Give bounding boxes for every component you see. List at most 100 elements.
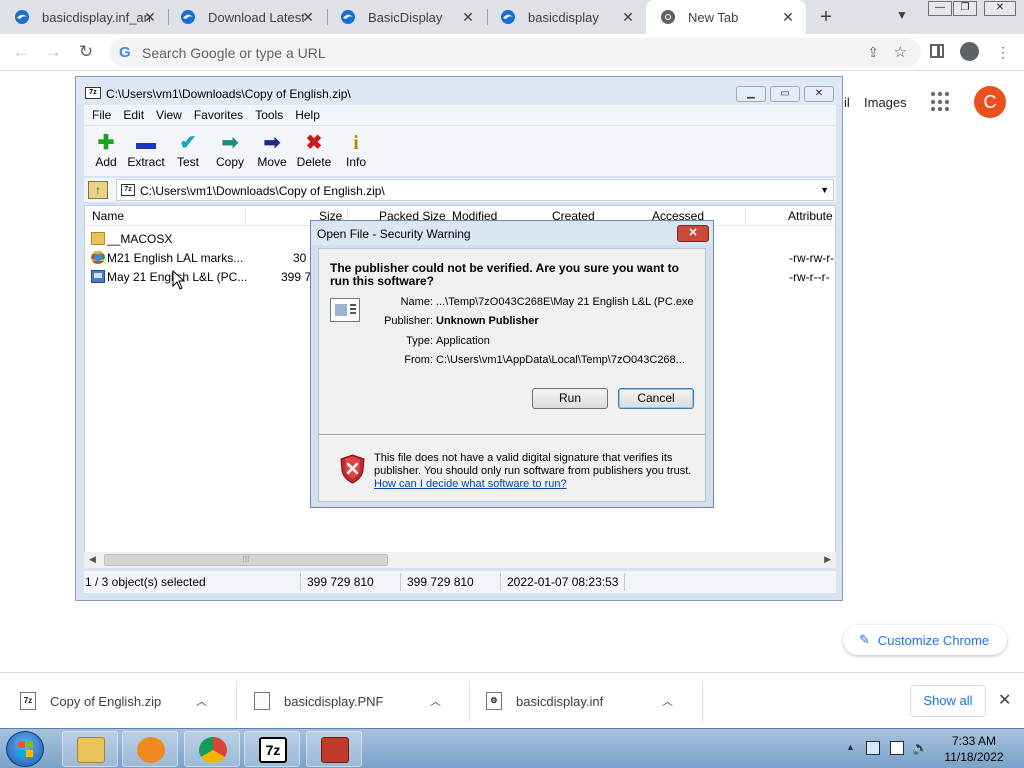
- new-tab-button[interactable]: +: [814, 6, 838, 28]
- share-icon[interactable]: ⇪: [867, 44, 879, 61]
- chrome-file-icon: [91, 251, 105, 264]
- taskbar-chrome[interactable]: [184, 731, 240, 767]
- tab-title: Download Latest: [208, 9, 304, 25]
- apps-grid-icon[interactable]: [931, 92, 951, 112]
- delete-button[interactable]: ✖ Delete: [292, 131, 336, 173]
- menu-favorites[interactable]: Favorites: [194, 108, 243, 122]
- status-selection: 1 / 3 object(s) selected: [85, 575, 206, 589]
- 7z-file-icon: 7z: [20, 692, 36, 710]
- 7zip-archive-icon: 7z: [121, 184, 135, 196]
- status-bar: 1 / 3 object(s) selected 399 729 810 399…: [84, 571, 836, 593]
- info-icon: i: [353, 132, 359, 154]
- cancel-button[interactable]: Cancel: [618, 388, 694, 409]
- add-button[interactable]: ✚ Add: [84, 131, 128, 173]
- start-button[interactable]: [6, 731, 44, 767]
- dialog-titlebar: Open File - Security Warning ✕: [311, 221, 713, 245]
- close-window-button[interactable]: ✕: [984, 1, 1016, 16]
- taskbar-explorer[interactable]: [62, 731, 118, 767]
- chevron-down-icon[interactable]: ▼: [820, 185, 829, 195]
- pencil-icon: ✎: [859, 632, 870, 647]
- tray-expand-icon[interactable]: ▲: [846, 742, 855, 752]
- system-clock[interactable]: 7:33 AM 11/18/2022: [938, 733, 1010, 765]
- horizontal-scrollbar[interactable]: ◀ ⁞⁞⁞ ▶: [84, 552, 836, 568]
- tab-basicdisplay-inf[interactable]: basicdisplay.inf_an ✕: [0, 0, 168, 34]
- menu-dots-icon[interactable]: ⋮: [993, 42, 1013, 62]
- test-button[interactable]: ✔ Test: [166, 131, 210, 173]
- taskbar-app[interactable]: [306, 731, 362, 767]
- extract-button[interactable]: ▬ Extract: [124, 131, 168, 173]
- profile-icon[interactable]: [960, 42, 979, 61]
- info-button[interactable]: i Info: [334, 131, 378, 173]
- copy-button[interactable]: ➡ Copy: [208, 131, 252, 173]
- column-name[interactable]: Name: [92, 209, 124, 223]
- 7zip-close-button[interactable]: ✕: [804, 86, 834, 102]
- chevron-up-icon[interactable]: ︿: [196, 693, 207, 709]
- menu-file[interactable]: File: [92, 108, 111, 122]
- star-icon[interactable]: ☆: [894, 43, 907, 61]
- forward-button[interactable]: →: [42, 41, 64, 63]
- column-attribute[interactable]: Attribute: [788, 209, 833, 223]
- minus-icon: ▬: [136, 132, 156, 154]
- chevron-up-icon[interactable]: ︿: [662, 693, 673, 709]
- column-divider[interactable]: [245, 208, 246, 224]
- tab-new-tab[interactable]: New Tab ✕: [646, 0, 806, 34]
- close-icon[interactable]: ✕: [780, 9, 796, 26]
- x-icon: ✖: [305, 132, 323, 154]
- status-divider: [624, 573, 625, 591]
- 7zip-maximize-button[interactable]: ▭: [770, 86, 800, 102]
- action-center-icon[interactable]: [890, 741, 904, 755]
- help-link[interactable]: How can I decide what software to run?: [374, 478, 567, 490]
- status-modified: 2022-01-07 08:23:53: [507, 575, 619, 589]
- gmail-link[interactable]: il: [844, 95, 850, 110]
- menu-view[interactable]: View: [156, 108, 182, 122]
- tab-basicdisplay-2[interactable]: basicdisplay ✕: [486, 0, 646, 34]
- reload-button[interactable]: ↻: [75, 41, 97, 63]
- move-button[interactable]: ➡ Move: [250, 131, 294, 173]
- 7zip-menubar: File Edit View Favorites Tools Help: [84, 105, 836, 126]
- close-icon[interactable]: ✕: [998, 690, 1011, 710]
- folder-up-icon[interactable]: ↑: [88, 181, 108, 199]
- chevron-up-icon[interactable]: ︿: [430, 693, 441, 709]
- menu-edit[interactable]: Edit: [123, 108, 144, 122]
- download-item-pnf[interactable]: basicdisplay.PNF ︿: [254, 673, 441, 729]
- maximize-button[interactable]: ❐: [953, 1, 977, 16]
- side-panel-icon[interactable]: [930, 44, 944, 58]
- delete-label: Delete: [296, 155, 332, 169]
- scroll-right-icon[interactable]: ▶: [824, 554, 831, 565]
- tab-download-latest[interactable]: Download Latest ✕: [166, 0, 326, 34]
- 7zip-minimize-button[interactable]: ▁: [736, 86, 766, 102]
- menu-help[interactable]: Help: [295, 108, 320, 122]
- customize-chrome-button[interactable]: ✎ Customize Chrome: [843, 625, 1007, 655]
- close-icon[interactable]: ✕: [300, 9, 316, 26]
- dialog-question: The publisher could not be verified. Are…: [330, 261, 679, 288]
- run-button[interactable]: Run: [532, 388, 608, 409]
- scrollbar-thumb[interactable]: ⁞⁞⁞: [104, 554, 388, 566]
- column-divider[interactable]: [745, 208, 746, 224]
- path-combobox[interactable]: 7z C:\Users\vm1\Downloads\Copy of Englis…: [116, 179, 834, 201]
- avatar[interactable]: C: [974, 86, 1006, 118]
- tab-basicdisplay-1[interactable]: BasicDisplay ✕: [326, 0, 486, 34]
- minimize-button[interactable]: —: [928, 1, 952, 16]
- plus-icon: ✚: [97, 132, 115, 154]
- back-button[interactable]: ←: [10, 41, 32, 63]
- taskbar-7zip[interactable]: 7z: [244, 731, 300, 767]
- omnibox[interactable]: G Search Google or type a URL ⇪ ☆: [109, 38, 921, 67]
- volume-icon[interactable]: 🔈: [912, 741, 928, 755]
- scroll-left-icon[interactable]: ◀: [89, 554, 96, 565]
- folder-icon: [91, 232, 105, 245]
- images-link[interactable]: Images: [864, 95, 907, 110]
- show-all-button[interactable]: Show all: [910, 685, 986, 717]
- dialog-close-button[interactable]: ✕: [677, 225, 709, 242]
- download-item-zip[interactable]: 7z Copy of English.zip ︿: [20, 673, 207, 729]
- close-icon[interactable]: ✕: [142, 9, 158, 26]
- status-size: 399 729 810: [307, 575, 374, 589]
- field-label-from: From:: [404, 354, 433, 366]
- close-icon[interactable]: ✕: [460, 9, 476, 26]
- taskbar-media-player[interactable]: [122, 731, 178, 767]
- download-item-inf[interactable]: ⚙ basicdisplay.inf ︿: [486, 673, 673, 729]
- close-icon[interactable]: ✕: [620, 9, 636, 26]
- google-icon: G: [119, 44, 131, 61]
- menu-tools[interactable]: Tools: [255, 108, 283, 122]
- network-icon[interactable]: [866, 741, 880, 755]
- chevron-down-icon[interactable]: ▼: [896, 8, 908, 22]
